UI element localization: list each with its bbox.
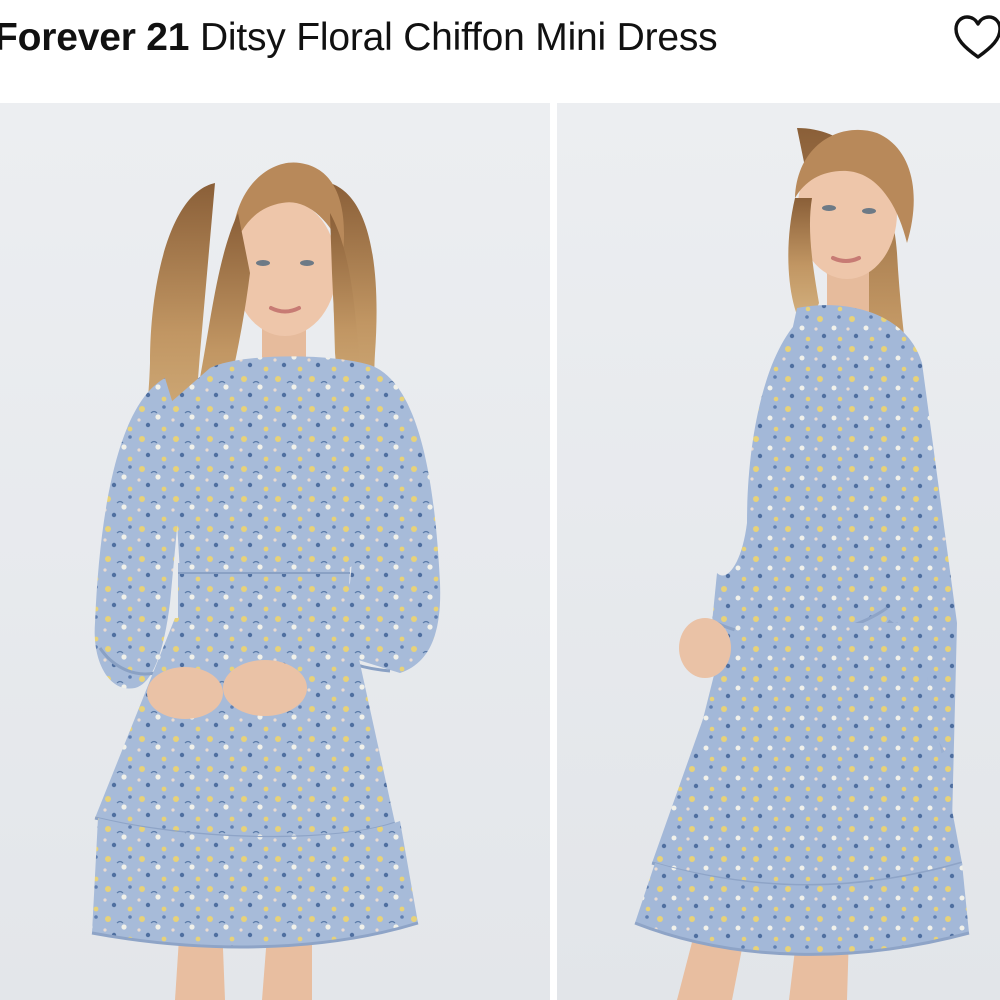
product-name: Ditsy Floral Chiffon Mini Dress	[199, 16, 718, 59]
product-page: Forever 21 Ditsy Floral Chiffon Mini Dre…	[0, 0, 1000, 1000]
product-photo-back[interactable]	[557, 103, 1000, 1000]
heart-outline-icon[interactable]	[950, 10, 1000, 66]
product-header: Forever 21 Ditsy Floral Chiffon Mini Dre…	[0, 0, 1000, 100]
product-title: Forever 21 Ditsy Floral Chiffon Mini Dre…	[0, 14, 718, 62]
product-brand: Forever 21	[0, 16, 190, 59]
product-photo-front[interactable]	[0, 103, 550, 1000]
back-view-illustration	[557, 103, 1000, 1000]
front-view-illustration	[0, 103, 550, 1000]
gallery-divider	[550, 103, 557, 1000]
